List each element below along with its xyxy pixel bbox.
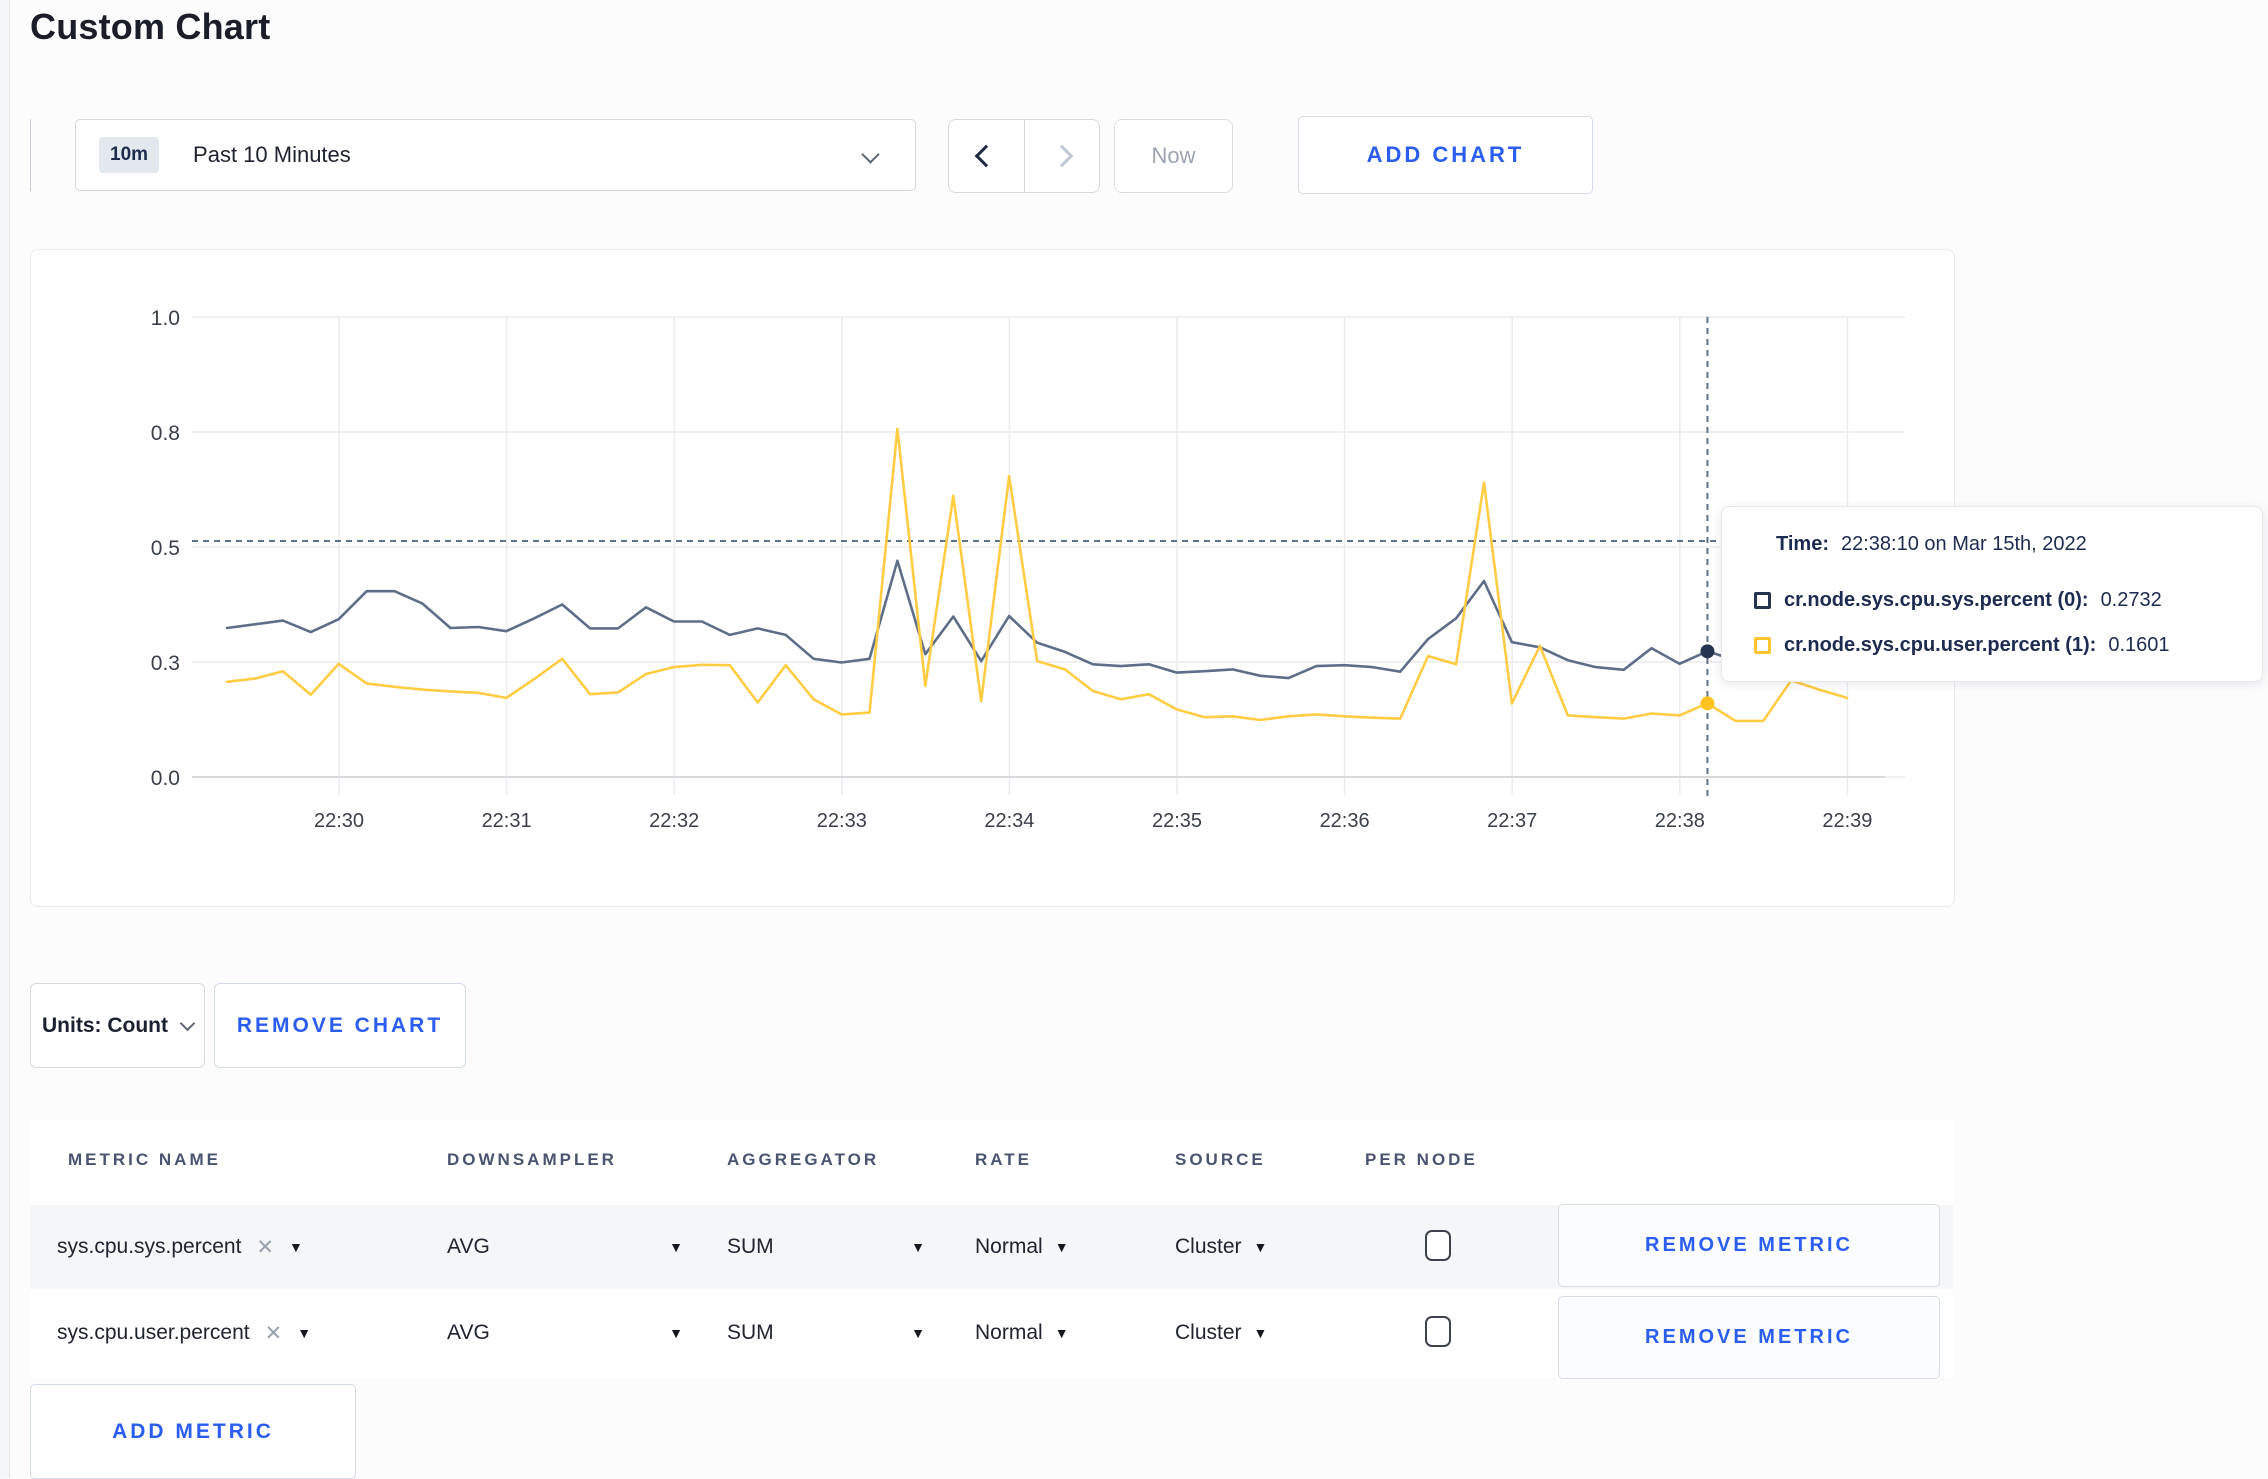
time-back-button[interactable] — [949, 120, 1024, 192]
remove-metric-button-sys[interactable]: REMOVE METRIC — [1558, 1204, 1940, 1287]
caret-down-icon: ▼ — [1253, 1239, 1268, 1255]
page-left-edge — [0, 0, 10, 1478]
now-button[interactable]: Now — [1114, 119, 1233, 193]
source-value: Cluster — [1175, 1321, 1242, 1344]
sys-series-swatch-icon — [1754, 592, 1771, 609]
x-axis-tick-label: 22:39 — [1822, 810, 1872, 832]
chevron-down-icon — [861, 145, 880, 164]
time-forward-button[interactable] — [1023, 120, 1100, 192]
rate-dropdown[interactable]: Normal ▼ — [975, 1291, 1069, 1375]
y-axis-tick-label: 0.0 — [151, 767, 180, 790]
remove-chart-button[interactable]: REMOVE CHART — [214, 983, 466, 1068]
metric-name-dropdown[interactable]: sys.cpu.sys.percent ✕ ▼ — [57, 1205, 303, 1289]
metric-table: METRIC NAME DOWNSAMPLER AGGREGATOR RATE … — [30, 1120, 1953, 1379]
per-node-checkbox[interactable] — [1425, 1230, 1451, 1261]
x-axis-tick-label: 22:31 — [482, 810, 532, 832]
series-line-user — [225, 427, 1849, 723]
add-metric-label: ADD METRIC — [112, 1419, 274, 1443]
col-header-per-node: PER NODE — [1365, 1150, 1478, 1169]
tooltip-time-label: Time: — [1776, 533, 1829, 555]
per-node-checkbox[interactable] — [1425, 1316, 1451, 1347]
chevron-down-icon — [179, 1015, 196, 1032]
caret-down-icon: ▼ — [1253, 1325, 1268, 1341]
metric-name-dropdown[interactable]: sys.cpu.user.percent ✕ ▼ — [57, 1291, 311, 1375]
caret-down-icon: ▼ — [911, 1325, 925, 1341]
x-axis-tick-label: 22:34 — [984, 810, 1034, 832]
caret-down-icon: ▼ — [1054, 1325, 1069, 1341]
remove-metric-button-user[interactable]: REMOVE METRIC — [1558, 1296, 1940, 1379]
chevron-left-icon — [974, 144, 998, 168]
time-range-badge: 10m — [99, 137, 160, 173]
user-series-swatch-icon — [1754, 637, 1771, 654]
caret-down-icon: ▼ — [669, 1325, 683, 1341]
y-axis-tick-label: 1.0 — [151, 307, 180, 330]
tooltip-sys-series-value: 0.2732 — [2100, 589, 2162, 611]
time-range-select[interactable]: 10m Past 10 Minutes — [75, 119, 916, 191]
col-header-aggregator: AGGREGATOR — [727, 1150, 880, 1169]
caret-down-icon: ▼ — [289, 1239, 303, 1255]
remove-metric-label: REMOVE METRIC — [1645, 1326, 1853, 1348]
x-axis-tick-label: 22:37 — [1487, 810, 1537, 832]
x-axis-tick-label: 22:33 — [817, 810, 867, 832]
time-nav-group — [948, 119, 1100, 193]
x-axis-tick-label: 22:30 — [314, 810, 364, 832]
remove-metric-label: REMOVE METRIC — [1645, 1234, 1853, 1256]
hover-dot-user — [1700, 696, 1715, 711]
toolbar-divider — [30, 119, 31, 191]
add-chart-button[interactable]: ADD CHART — [1298, 116, 1593, 194]
rate-value: Normal — [975, 1321, 1043, 1344]
x-axis-tick-label: 22:38 — [1655, 810, 1705, 832]
aggregator-dropdown[interactable]: SUM ▼ — [727, 1291, 925, 1375]
col-header-source: SOURCE — [1175, 1150, 1266, 1169]
caret-down-icon: ▼ — [1054, 1239, 1069, 1255]
tooltip-sys-series-name: cr.node.sys.cpu.sys.percent (0): — [1784, 589, 2089, 611]
tooltip-user-series-value: 0.1601 — [2108, 634, 2170, 656]
metric-name-value: sys.cpu.user.percent — [57, 1321, 250, 1344]
caret-down-icon: ▼ — [911, 1239, 925, 1255]
downsampler-value: AVG — [447, 1321, 490, 1344]
units-select[interactable]: Units: Count — [30, 983, 205, 1068]
clear-metric-icon[interactable]: ✕ — [256, 1235, 274, 1260]
y-axis-tick-label: 0.3 — [151, 652, 180, 675]
units-select-label: Units: Count — [42, 1013, 168, 1037]
tooltip-user-series-name: cr.node.sys.cpu.user.percent (1): — [1784, 634, 2097, 656]
chevron-right-icon — [1050, 144, 1074, 168]
downsampler-dropdown[interactable]: AVG ▼ — [447, 1205, 683, 1289]
x-axis-tick-label: 22:36 — [1320, 810, 1370, 832]
aggregator-value: SUM — [727, 1321, 774, 1344]
add-chart-label: ADD CHART — [1366, 142, 1525, 167]
cpu-percent-chart[interactable]: 0.0 0.3 0.5 0.8 1.0 22:30 22:31 22:32 22:33 22:34… — [30, 249, 1953, 905]
chart-tooltip: Time: 22:38:10 on Mar 15th, 2022 cr.node… — [1721, 506, 2263, 682]
tooltip-time-value: 22:38:10 on Mar 15th, 2022 — [1840, 533, 2087, 555]
remove-chart-label: REMOVE CHART — [236, 1013, 444, 1037]
x-axis-tick-label: 22:35 — [1152, 810, 1202, 832]
hover-dot-sys — [1700, 644, 1715, 659]
caret-down-icon: ▼ — [669, 1239, 683, 1255]
x-axis-tick-label: 22:32 — [649, 810, 699, 832]
caret-down-icon: ▼ — [297, 1325, 312, 1341]
downsampler-dropdown[interactable]: AVG ▼ — [447, 1291, 683, 1375]
clear-metric-icon[interactable]: ✕ — [265, 1321, 283, 1346]
source-dropdown[interactable]: Cluster ▼ — [1175, 1291, 1267, 1375]
col-header-downsampler: DOWNSAMPLER — [447, 1150, 617, 1169]
rate-dropdown[interactable]: Normal ▼ — [975, 1205, 1069, 1289]
source-dropdown[interactable]: Cluster ▼ — [1175, 1205, 1267, 1289]
y-axis-tick-label: 0.5 — [151, 537, 180, 560]
rate-value: Normal — [975, 1235, 1043, 1258]
time-range-label: Past 10 Minutes — [193, 142, 351, 167]
col-header-metric-name: METRIC NAME — [68, 1150, 221, 1169]
col-header-rate: RATE — [975, 1150, 1033, 1169]
now-button-label: Now — [1151, 143, 1196, 168]
y-axis-tick-label: 0.8 — [151, 422, 180, 445]
aggregator-value: SUM — [727, 1235, 774, 1258]
source-value: Cluster — [1175, 1235, 1242, 1258]
aggregator-dropdown[interactable]: SUM ▼ — [727, 1205, 925, 1289]
downsampler-value: AVG — [447, 1235, 490, 1258]
metric-name-value: sys.cpu.sys.percent — [57, 1235, 242, 1258]
add-metric-button[interactable]: ADD METRIC — [30, 1384, 356, 1479]
page-title: Custom Chart — [30, 6, 271, 47]
